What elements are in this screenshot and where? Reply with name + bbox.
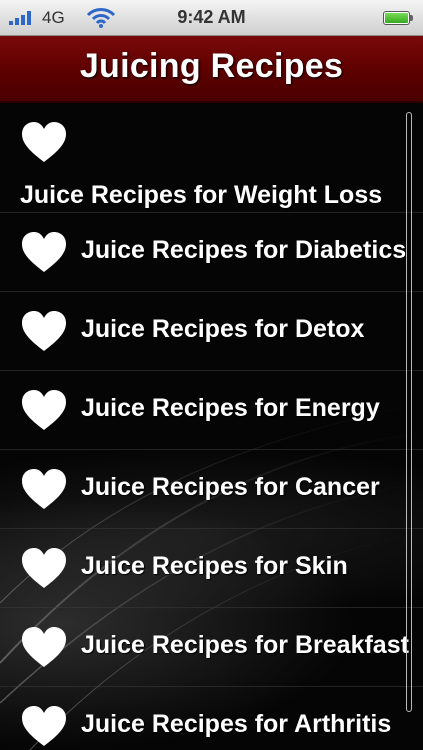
list-item-skin[interactable]: Juice Recipes for Skin [0, 529, 423, 608]
scrollbar[interactable] [406, 112, 412, 712]
list-item-cancer[interactable]: Juice Recipes for Cancer [0, 450, 423, 529]
heart-icon [22, 469, 66, 509]
heart-icon [22, 548, 66, 588]
list-item-label: Juice Recipes for Arthritis [81, 710, 392, 738]
list-item-diabetics[interactable]: Juice Recipes for Diabetics [0, 213, 423, 292]
status-time: 9:42 AM [177, 7, 246, 27]
battery-icon [383, 11, 413, 25]
status-bar: 4G 9:42 AM [0, 0, 423, 36]
list-item-weight-loss[interactable]: Juice Recipes for Weight Loss [0, 103, 423, 213]
list-item-label: Juice Recipes for Detox [81, 315, 365, 343]
phone-screen: 4G 9:42 AM Juicing Recipes Juice Recipes… [0, 0, 423, 750]
list-item-label: Juice Recipes for Diabetics [81, 236, 407, 264]
title-bar: Juicing Recipes [0, 36, 423, 103]
list-item-arthritis[interactable]: Juice Recipes for Arthritis [0, 687, 423, 750]
list-item-breakfast[interactable]: Juice Recipes for Breakfast [0, 608, 423, 687]
heart-icon [22, 627, 66, 667]
list-item-label: Juice Recipes for Cancer [81, 473, 380, 501]
heart-icon [22, 706, 66, 746]
heart-icon [22, 122, 66, 162]
heart-icon [22, 232, 66, 272]
list-item-energy[interactable]: Juice Recipes for Energy [0, 371, 423, 450]
recipe-list[interactable]: Juice Recipes for Weight Loss Juice Reci… [0, 103, 423, 750]
list-item-label: Juice Recipes for Breakfast [81, 631, 409, 659]
list-item-label: Juice Recipes for Weight Loss [20, 181, 383, 209]
page-title: Juicing Recipes [79, 47, 344, 85]
list-item-label: Juice Recipes for Energy [81, 394, 380, 422]
heart-icon [22, 390, 66, 430]
heart-icon [22, 311, 66, 351]
list-item-label: Juice Recipes for Skin [81, 552, 348, 580]
list-item-detox[interactable]: Juice Recipes for Detox [0, 292, 423, 371]
